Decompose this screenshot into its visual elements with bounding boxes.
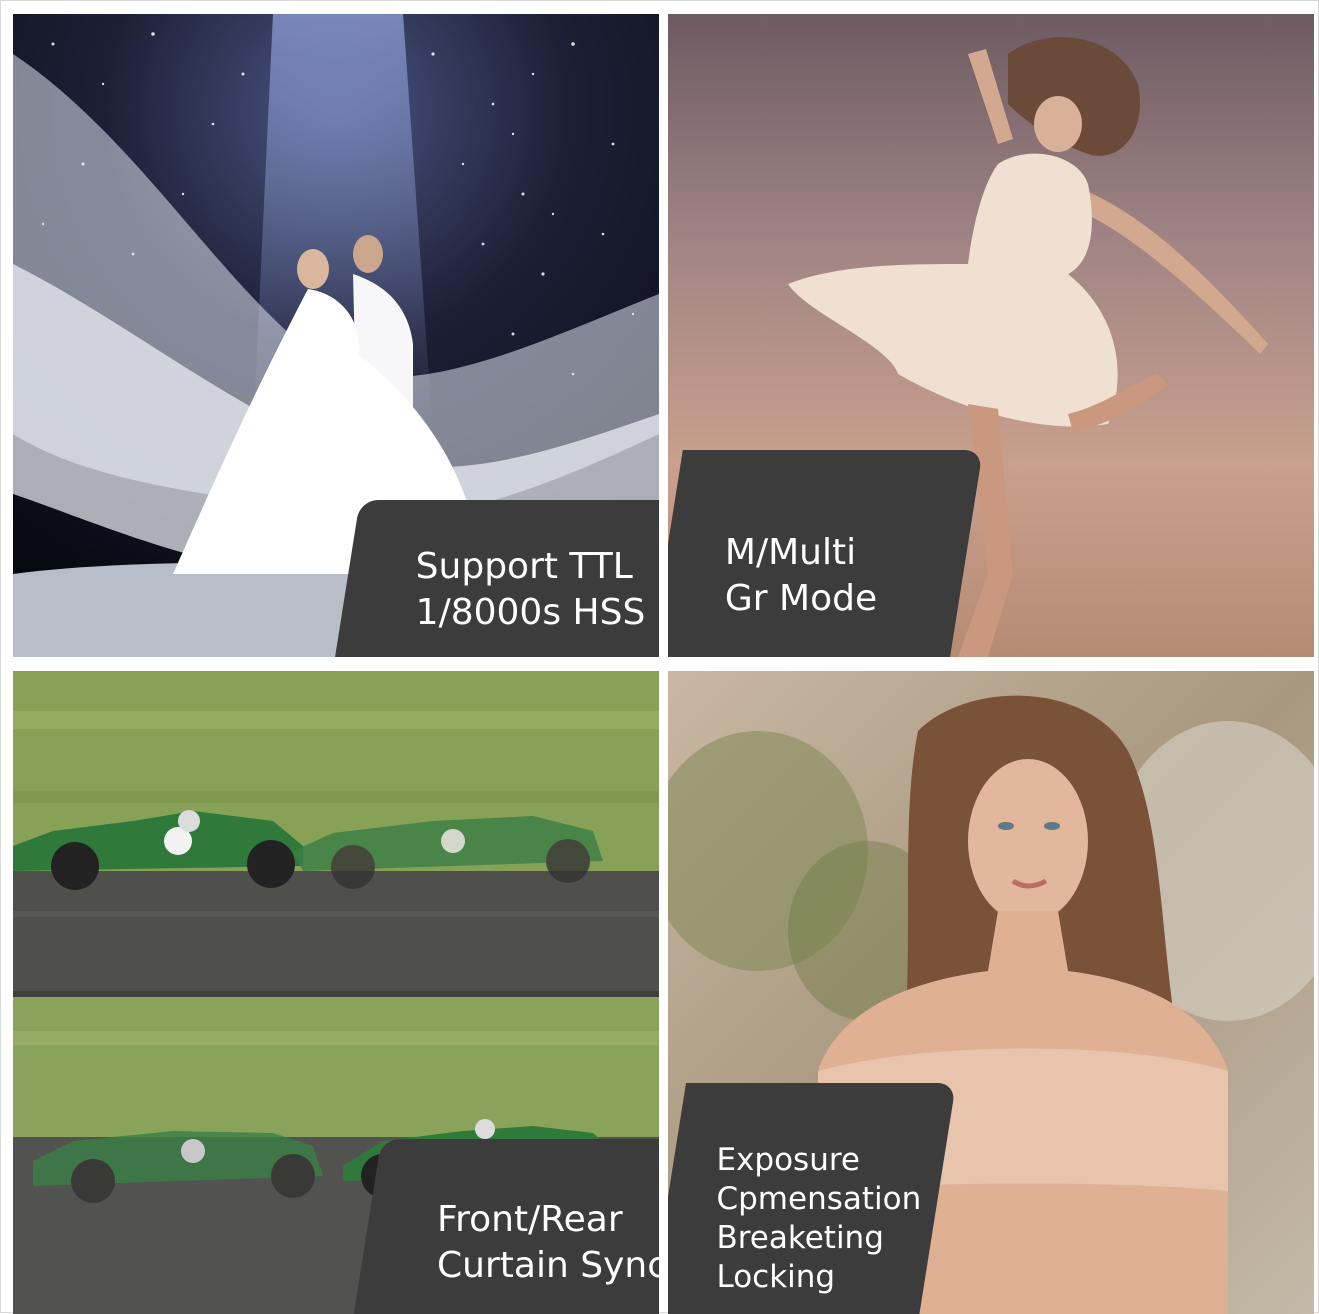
tile-race-cars: Front/Rear Curtain Sync — [13, 671, 659, 1314]
caption-line: Breaketing — [716, 1220, 884, 1256]
tile-portrait: Exposure Cpmensation Breaketing Locking — [668, 671, 1314, 1314]
caption-badge-ttl-hss: Support TTL 1/8000s HSS — [333, 500, 659, 657]
caption-line: Gr Mode — [724, 578, 878, 619]
caption-badge-multi-mode: M/Multi Gr Mode — [668, 450, 983, 657]
feature-grid: Support TTL 1/8000s HSS M/Multi Gr Mode … — [0, 0, 1319, 1314]
caption-line: M/Multi — [724, 532, 857, 573]
caption-badge-exposure: Exposure Cpmensation Breaketing Locking — [668, 1083, 957, 1314]
caption-line: Cpmensation — [716, 1181, 922, 1217]
caption-line: 1/8000s HSS — [415, 592, 646, 633]
tile-wedding: Support TTL 1/8000s HSS — [13, 14, 659, 657]
caption-line: Locking — [716, 1259, 836, 1295]
caption-line: Support TTL — [415, 546, 633, 587]
caption-line: Exposure — [716, 1142, 860, 1178]
tile-dancer: M/Multi Gr Mode — [668, 14, 1314, 657]
caption-line: Curtain Sync — [437, 1245, 659, 1286]
caption-badge-curtain-sync: Front/Rear Curtain Sync — [353, 1139, 659, 1314]
caption-line: Front/Rear — [437, 1199, 623, 1240]
